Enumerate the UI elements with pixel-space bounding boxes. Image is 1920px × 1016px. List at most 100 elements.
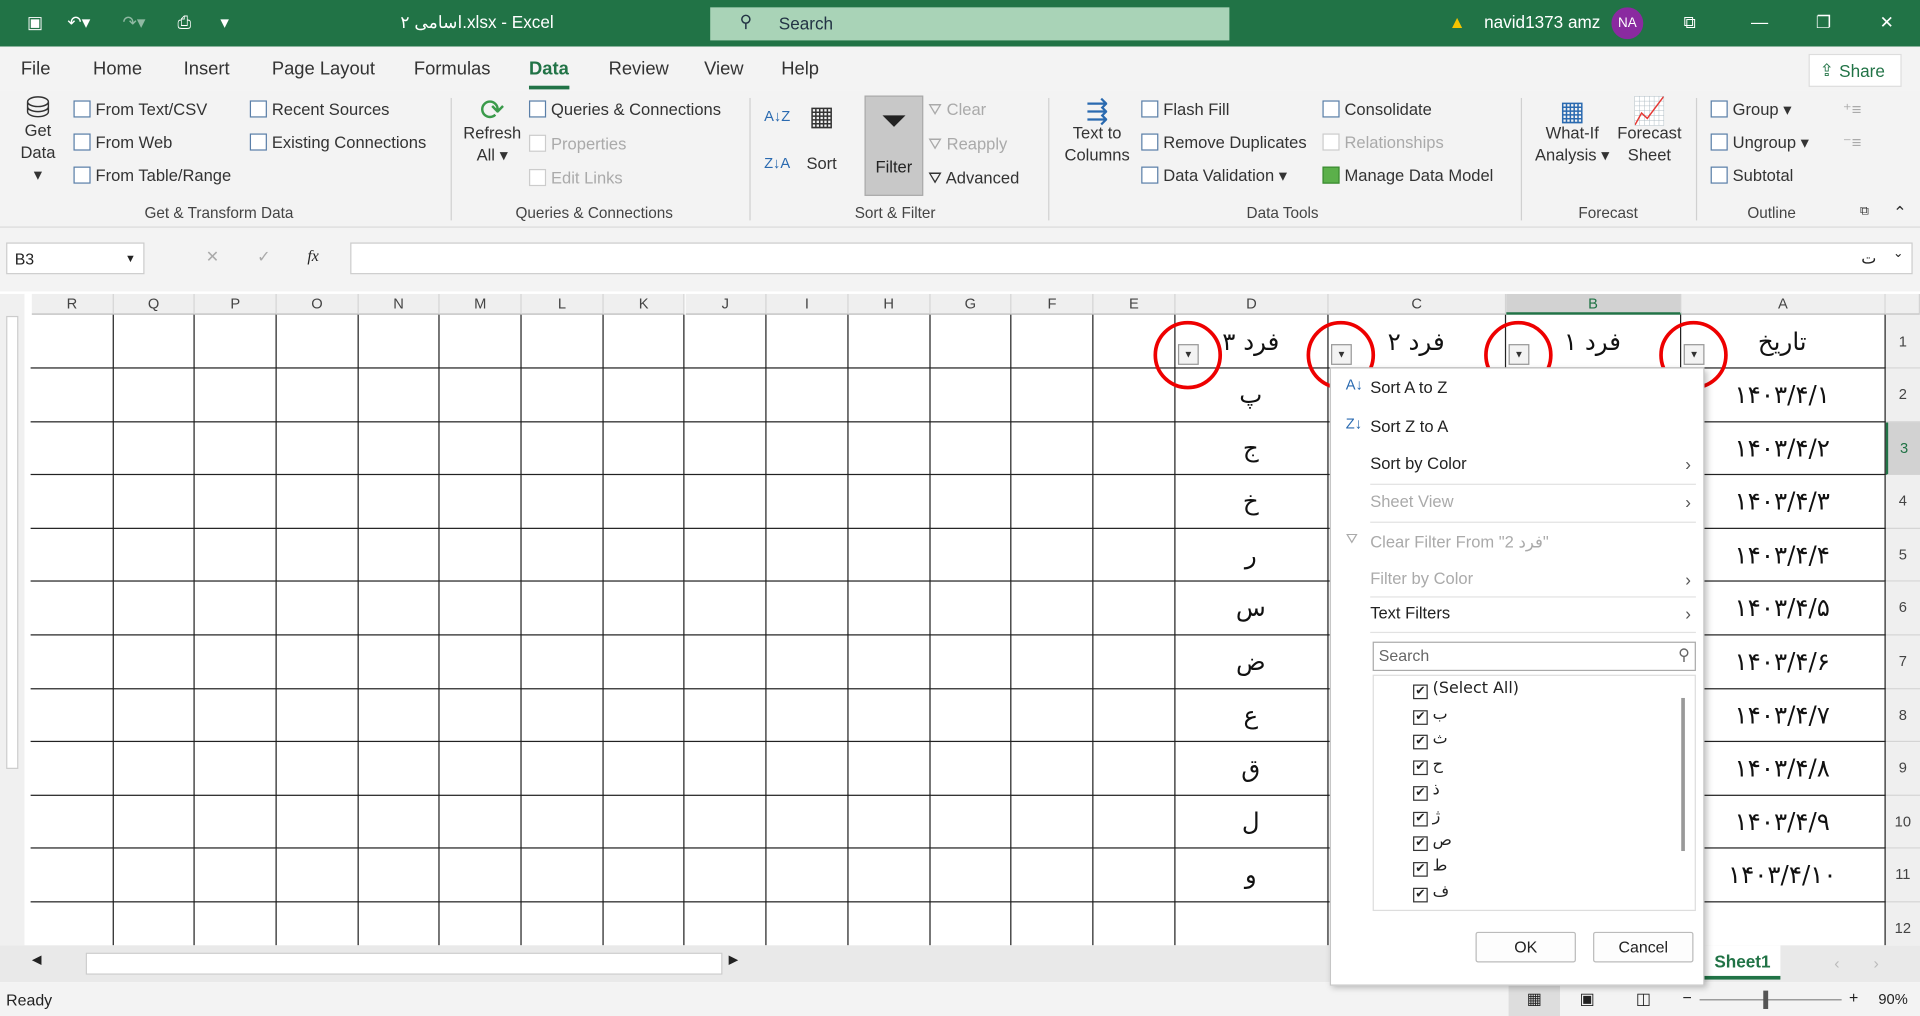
tab-home[interactable]: Home [93,59,142,80]
menu-item-sort-a-to-z[interactable]: Sort A to Z [1370,378,1703,396]
cell-M6[interactable] [438,582,522,636]
cell-H12[interactable] [847,902,931,946]
cell-M10[interactable] [438,795,522,850]
tab-file[interactable]: File [21,59,51,80]
cell-Q3[interactable] [112,421,196,476]
cell-R5[interactable] [30,528,114,583]
column-header-L[interactable]: L [521,293,604,315]
tab-help[interactable]: Help [781,59,819,80]
cell-L4[interactable] [520,475,604,529]
cell-P12[interactable] [194,902,277,946]
zoom-level[interactable]: 90% [1878,991,1907,1008]
cell-F8[interactable] [1010,688,1094,743]
ribbon-display-icon[interactable]: ⧉ [1684,12,1696,33]
cell-M4[interactable] [438,475,522,529]
row-header[interactable]: 3 [1885,421,1920,476]
cell-H1[interactable] [847,314,931,369]
cell-M7[interactable] [438,635,522,689]
cell-Q9[interactable] [112,742,196,796]
column-header-P[interactable]: P [195,293,277,315]
menu-item-sort-z-to-a[interactable]: Sort Z to A [1370,418,1703,436]
cell-E11[interactable] [1092,849,1176,903]
hide-detail-icon[interactable]: ⁻≡ [1843,133,1861,153]
cell-Q4[interactable] [112,475,196,529]
from-web-button[interactable]: From Web [73,133,172,152]
cell-E7[interactable] [1092,635,1176,689]
share-button[interactable]: ⇪ Share [1808,53,1902,87]
filter-value-item[interactable]: ✔ ذ [1413,781,1440,801]
cell-R7[interactable] [30,635,114,689]
cell-E9[interactable] [1092,742,1176,796]
cell-L7[interactable] [520,635,604,689]
cell-G9[interactable] [928,742,1012,796]
menu-item-filter-by-color[interactable]: Filter by Color › [1370,569,1703,589]
menu-item-clear-filter-from[interactable]: Clear Filter From "فرد 2" [1370,533,1703,553]
filter-value-item[interactable]: ✔ ط [1413,857,1447,877]
enter-icon[interactable]: ✓ [257,247,270,267]
undo-icon[interactable]: ↶▾ [67,12,90,33]
cell-D10[interactable]: ل [1174,795,1329,850]
cell-J4[interactable] [683,475,767,529]
cell-I6[interactable] [765,582,849,636]
cell-G1[interactable] [928,314,1012,369]
cell-A5[interactable]: ۱۴۰۳/۴/۴ [1680,528,1886,583]
cell-G10[interactable] [928,795,1012,850]
cell-O6[interactable] [275,582,359,636]
edit-links-button[interactable]: Edit Links [528,168,623,187]
cell-M11[interactable] [438,849,522,903]
cell-O1[interactable] [275,314,359,369]
cell-D3[interactable]: ج [1174,421,1329,476]
menu-item-sort-by-color[interactable]: Sort by Color › [1370,454,1703,474]
cell-K12[interactable] [602,902,686,946]
column-header-N[interactable]: N [358,293,441,315]
row-header[interactable]: 4 [1885,475,1920,529]
cell-D5[interactable]: ر [1174,528,1329,583]
cell-R11[interactable] [30,849,114,903]
cell-E10[interactable] [1092,795,1176,850]
cell-M2[interactable] [438,368,522,422]
cell-G3[interactable] [928,421,1012,476]
cell-K3[interactable] [602,421,686,476]
cell-G5[interactable] [928,528,1012,583]
cell-P5[interactable] [193,528,277,583]
checkbox[interactable]: ✔ [1413,836,1428,852]
cancel-icon[interactable]: ✕ [206,247,219,267]
cell-H3[interactable] [847,421,931,476]
checkbox[interactable]: ✔ [1413,760,1428,776]
cell-A4[interactable]: ۱۴۰۳/۴/۳ [1680,475,1886,529]
sort-a-z-button[interactable]: A↓Z [764,108,790,125]
cell-F12[interactable] [1011,902,1094,946]
filter-value-item[interactable]: ✔ ث [1413,730,1448,750]
cell-O4[interactable] [275,475,359,529]
tab-formulas[interactable]: Formulas [414,59,491,80]
cell-P2[interactable] [193,368,277,422]
column-header-H[interactable]: H [848,293,931,315]
dialog-launcher-icon[interactable]: ⧉ [1860,204,1869,217]
cell-P3[interactable] [193,421,277,476]
horizontal-scrollbar[interactable] [85,952,723,975]
list-scrollbar[interactable] [1681,697,1685,852]
cell-M5[interactable] [438,528,522,583]
cell-H2[interactable] [847,368,931,422]
subtotal-button[interactable]: Subtotal [1710,166,1793,185]
cell-L2[interactable] [520,368,604,422]
cell-F10[interactable] [1010,795,1094,850]
show-detail-icon[interactable]: ⁺≡ [1843,100,1861,120]
cell-L9[interactable] [520,742,604,796]
cell-L3[interactable] [520,421,604,476]
cell-K5[interactable] [602,528,686,583]
recent-sources-button[interactable]: Recent Sources [249,100,389,119]
zoom-slider-thumb[interactable] [1763,990,1769,1009]
get-data-button[interactable]: ⛁ Get Data ▾ [15,94,62,186]
existing-connections-button[interactable]: Existing Connections [249,133,426,152]
column-header-O[interactable]: O [276,293,359,315]
cell-H11[interactable] [847,849,931,903]
cell-A9[interactable]: ۱۴۰۳/۴/۸ [1680,742,1886,796]
close-icon[interactable]: ✕ [1880,12,1894,33]
cell-L5[interactable] [520,528,604,583]
cell-A10[interactable]: ۱۴۰۳/۴/۹ [1680,795,1886,850]
zoom-out-icon[interactable]: − [1682,988,1691,1006]
cell-A8[interactable]: ۱۴۰۳/۴/۷ [1680,688,1886,743]
filter-value-item[interactable]: ✔ ژ [1413,806,1440,826]
cell-H5[interactable] [847,528,931,583]
